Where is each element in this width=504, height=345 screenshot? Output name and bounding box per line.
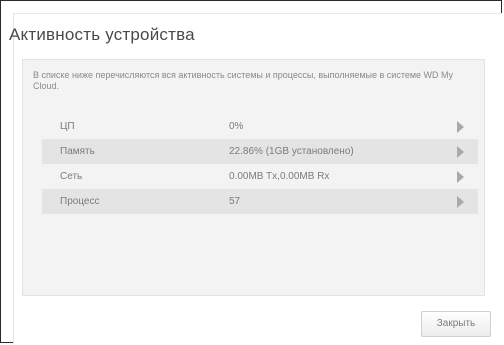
row-value: 0.00MB Tx,0.00MB Rx [229,171,330,182]
activity-content: В списке ниже перечисляются вся активнос… [22,59,485,296]
activity-row-memory[interactable]: Память 22.86% (1GB установлено) [42,139,478,164]
row-value: 57 [229,196,241,207]
row-label: ЦП [60,121,75,132]
row-label: Процесс [60,196,100,207]
row-label: Память [60,146,95,157]
dialog-description: В списке ниже перечисляются вся активнос… [33,70,454,91]
chevron-right-icon[interactable] [457,196,464,208]
row-value: 0% [229,121,244,132]
chevron-right-icon[interactable] [457,146,464,158]
dialog-title: Активность устройства [9,25,195,44]
chevron-right-icon[interactable] [457,121,464,133]
device-activity-dialog: Активность устройства В списке ниже пере… [0,0,502,345]
close-button[interactable]: Закрыть [421,311,491,337]
activity-row-cpu[interactable]: ЦП 0% [42,114,478,139]
activity-row-process[interactable]: Процесс 57 [42,189,478,214]
activity-row-network[interactable]: Сеть 0.00MB Tx,0.00MB Rx [42,164,478,189]
activity-list: ЦП 0% Память 22.86% (1GB установлено) Се… [42,114,478,214]
row-label: Сеть [60,171,83,182]
chevron-right-icon[interactable] [457,171,464,183]
row-value: 22.86% (1GB установлено) [229,146,354,157]
